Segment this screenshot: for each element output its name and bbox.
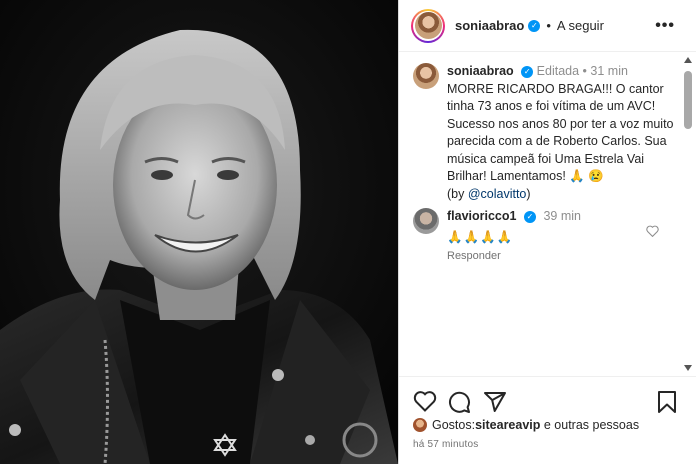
credit-suffix: ): [526, 186, 531, 201]
post-photo[interactable]: [0, 0, 398, 464]
reply-button[interactable]: Responder: [447, 250, 501, 262]
scroll-up-arrow-icon[interactable]: [684, 57, 692, 63]
caption-time: 31 min: [590, 64, 628, 78]
comments-section: soniaabrao ✓ Editada • 31 min MORRE RICA…: [399, 53, 681, 375]
caption-author-avatar[interactable]: [413, 63, 439, 89]
mention-link[interactable]: @colavitto: [468, 187, 527, 201]
comment-like-heart-icon[interactable]: [646, 225, 659, 240]
bookmark-icon[interactable]: [657, 390, 677, 417]
share-icon[interactable]: [483, 390, 507, 417]
header-separator: •: [546, 18, 551, 33]
caption-separator: •: [582, 64, 587, 78]
verified-badge-icon: ✓: [528, 19, 541, 32]
comment-icon[interactable]: [447, 390, 471, 417]
likes-prefix: Gostos:: [432, 418, 476, 432]
comment-time: 39 min: [543, 209, 581, 223]
post-actions-bar: Gostos: siteareavip e outras pessoas há …: [399, 376, 696, 464]
like-heart-icon[interactable]: [413, 390, 437, 415]
more-options-icon[interactable]: •••: [655, 17, 675, 35]
verified-badge-icon: ✓: [521, 65, 534, 78]
comment-item: flavioricco1 ✓ 39 min 🙏🙏🙏🙏: [413, 208, 675, 246]
likes-suffix: e outras pessoas: [540, 418, 640, 432]
post-header: soniaabrao ✓ • A seguir •••: [399, 0, 696, 52]
scroll-down-arrow-icon[interactable]: [684, 365, 692, 371]
comment-text: 🙏🙏🙏🙏: [447, 230, 514, 244]
following-button[interactable]: A seguir: [557, 18, 604, 33]
post-details-panel: soniaabrao ✓ • A seguir ••• soniaabrao ✓…: [398, 0, 696, 464]
avatar-image: [414, 12, 442, 39]
liker-username-link[interactable]: siteareavip: [475, 418, 540, 432]
comments-scrollbar[interactable]: [682, 55, 694, 373]
edited-label: Editada: [536, 64, 580, 78]
verified-badge-icon: ✓: [523, 210, 536, 223]
likes-summary[interactable]: Gostos: siteareavip e outras pessoas: [413, 418, 639, 432]
commenter-username-link[interactable]: flavioricco1: [447, 209, 516, 223]
author-username-link[interactable]: soniaabrao: [455, 18, 524, 33]
caption-text: MORRE RICARDO BRAGA!!! O cantor tinha 73…: [447, 81, 674, 184]
post-caption: soniaabrao ✓ Editada • 31 min MORRE RICA…: [413, 63, 675, 203]
caption-username-link[interactable]: soniaabrao: [447, 64, 514, 78]
post-timestamp[interactable]: há 57 minutos: [413, 439, 478, 450]
commenter-avatar[interactable]: [413, 208, 439, 234]
credit-prefix: (by: [447, 186, 468, 201]
author-avatar[interactable]: [411, 8, 445, 43]
portrait-image: [0, 0, 398, 464]
scroll-thumb[interactable]: [684, 71, 692, 129]
liker-avatar: [413, 418, 427, 432]
